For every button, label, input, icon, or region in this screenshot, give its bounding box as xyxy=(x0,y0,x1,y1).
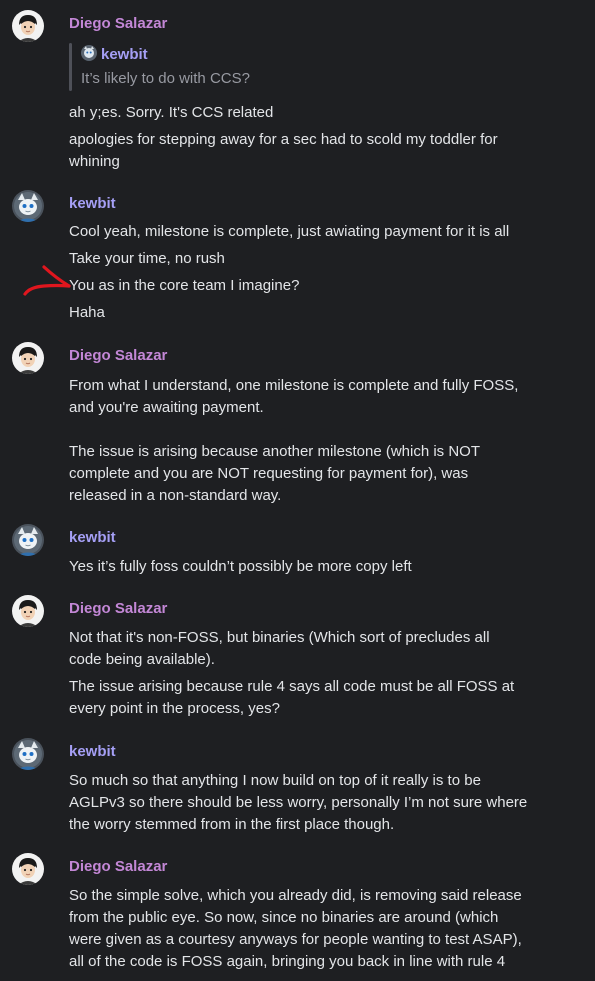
kewbit-mini-avatar-icon xyxy=(81,45,97,61)
message-line: So the simple solve, which you already d… xyxy=(69,887,522,904)
message-line: From what I understand, one milestone is… xyxy=(69,377,519,394)
diego-avatar-icon xyxy=(12,342,44,374)
avatar-kewbit[interactable] xyxy=(12,524,44,556)
message-line: released in a non-standard way. xyxy=(69,487,282,504)
message-line: Haha xyxy=(69,304,105,321)
message-line: The issue is arising because another mil… xyxy=(69,443,481,460)
message-line: complete and you are NOT requesting for … xyxy=(69,465,469,482)
reply-quote-author[interactable]: kewbit xyxy=(81,45,148,65)
diego-avatar-icon xyxy=(12,595,44,627)
reply-quote-author-name: kewbit xyxy=(101,46,148,63)
message-line: AGLPv3 so there should be less worry, pe… xyxy=(69,794,528,811)
message-author[interactable]: kewbit xyxy=(69,194,116,214)
message-line: every point in the process, yes? xyxy=(69,700,280,717)
message-author[interactable]: kewbit xyxy=(69,528,116,548)
message-line: Cool yeah, milestone is complete, just a… xyxy=(69,223,510,240)
message-line: were given as a courtesy anyways for peo… xyxy=(69,931,522,948)
message-line: code being available). xyxy=(69,651,215,668)
avatar-diego[interactable] xyxy=(12,853,44,885)
message-line: from the public eye. So now, since no bi… xyxy=(69,909,499,926)
avatar-diego[interactable] xyxy=(12,342,44,374)
kewbit-avatar-icon xyxy=(12,190,44,222)
avatar-kewbit[interactable] xyxy=(12,190,44,222)
kewbit-avatar-icon xyxy=(12,738,44,770)
message-line: The issue arising because rule 4 says al… xyxy=(69,678,515,695)
message-line: the worry stemmed from in the first plac… xyxy=(69,816,395,833)
avatar-kewbit[interactable] xyxy=(12,738,44,770)
message-line: apologies for stepping away for a sec ha… xyxy=(69,131,498,148)
message-line: Yes it’s fully foss couldn’t possibly be… xyxy=(69,558,412,575)
message-line: and you're awaiting payment. xyxy=(69,399,264,416)
message-line: whining xyxy=(69,153,120,170)
kewbit-avatar-icon xyxy=(12,524,44,556)
message-author[interactable]: Diego Salazar xyxy=(69,857,167,877)
message-line: Not that it's non-FOSS, but binaries (Wh… xyxy=(69,629,490,646)
message-line: You as in the core team I imagine? xyxy=(69,277,300,294)
message-line: So much so that anything I now build on … xyxy=(69,772,481,789)
reply-quote-text[interactable]: It’s likely to do with CCS? xyxy=(81,69,250,89)
avatar-diego[interactable] xyxy=(12,10,44,42)
message-line: all of the code is FOSS again, bringing … xyxy=(69,953,506,970)
message-author[interactable]: Diego Salazar xyxy=(69,599,167,619)
message-line: Take your time, no rush xyxy=(69,250,225,267)
diego-avatar-icon xyxy=(12,853,44,885)
reply-quote-bar xyxy=(69,43,72,91)
red-arrow-annotation-icon xyxy=(23,265,71,296)
avatar-diego[interactable] xyxy=(12,595,44,627)
message-line: ah y;es. Sorry. It's CCS related xyxy=(69,104,274,121)
message-author[interactable]: Diego Salazar xyxy=(69,14,167,34)
message-author[interactable]: Diego Salazar xyxy=(69,346,167,366)
message-author[interactable]: kewbit xyxy=(69,742,116,762)
diego-avatar-icon xyxy=(12,10,44,42)
